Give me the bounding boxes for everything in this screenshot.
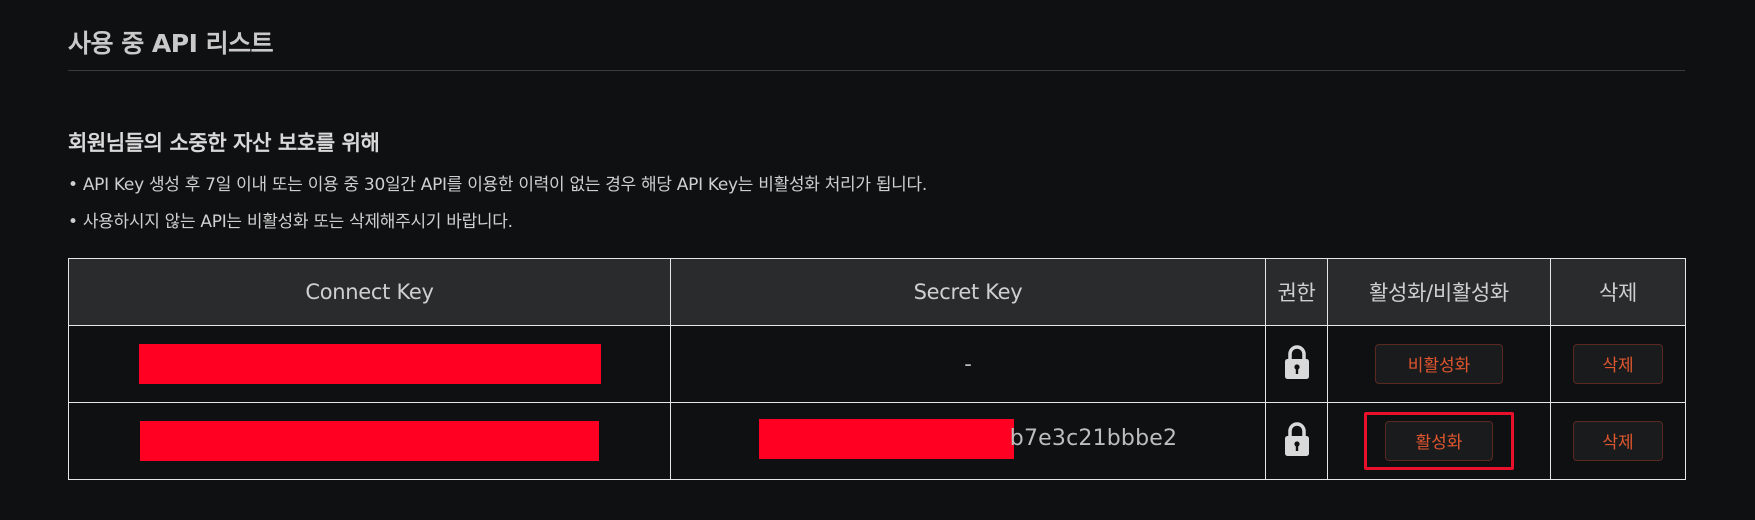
- section-title: 사용 중 API 리스트: [68, 29, 274, 58]
- connect-key-cell: [68, 402, 671, 480]
- table-row: b7e3c21bbbe2 활성화 삭제: [68, 402, 1686, 480]
- notice-line-2: • 사용하시지 않는 API는 비활성화 또는 삭제해주시기 바랍니다.: [68, 212, 513, 232]
- delete-button[interactable]: 삭제: [1573, 421, 1663, 461]
- secret-key-cell: b7e3c21bbbe2: [670, 402, 1266, 480]
- activate-button[interactable]: 활성화: [1385, 421, 1493, 461]
- secret-key-tail: b7e3c21bbbe2: [1009, 426, 1178, 451]
- permission-cell: [1265, 402, 1328, 480]
- toggle-cell: 비활성화: [1327, 325, 1551, 403]
- secret-key-placeholder: -: [964, 352, 972, 376]
- redacted-connect-key: [140, 421, 599, 461]
- table-header-row: Connect Key Secret Key 권한 활성화/비활성화 삭제: [68, 258, 1686, 326]
- lock-icon[interactable]: [1282, 344, 1312, 385]
- notice-line-1: • API Key 생성 후 7일 이내 또는 이용 중 30일간 API를 이…: [68, 175, 927, 195]
- deactivate-button[interactable]: 비활성화: [1375, 344, 1503, 384]
- delete-button[interactable]: 삭제: [1573, 344, 1663, 384]
- toggle-cell: 활성화: [1327, 402, 1551, 480]
- connect-key-cell: [68, 325, 671, 403]
- header-secret-key: Secret Key: [670, 258, 1266, 326]
- lock-icon[interactable]: [1282, 421, 1312, 462]
- redacted-connect-key: [138, 344, 601, 384]
- notice-title: 회원님들의 소중한 자산 보호를 위해: [68, 131, 380, 155]
- header-toggle: 활성화/비활성화: [1327, 258, 1551, 326]
- header-connect-key: Connect Key: [68, 258, 671, 326]
- header-delete: 삭제: [1550, 258, 1686, 326]
- table-row: - 비활성화 삭제: [68, 325, 1686, 403]
- redacted-secret-key: [758, 418, 1014, 459]
- api-key-table: Connect Key Secret Key 권한 활성화/비활성화 삭제 -: [68, 258, 1686, 480]
- secret-key-cell: -: [670, 325, 1266, 403]
- delete-cell: 삭제: [1550, 325, 1686, 403]
- delete-cell: 삭제: [1550, 402, 1686, 480]
- highlight-box: 활성화: [1364, 412, 1514, 470]
- permission-cell: [1265, 325, 1328, 403]
- section-divider: [68, 70, 1685, 71]
- header-permission: 권한: [1265, 258, 1328, 326]
